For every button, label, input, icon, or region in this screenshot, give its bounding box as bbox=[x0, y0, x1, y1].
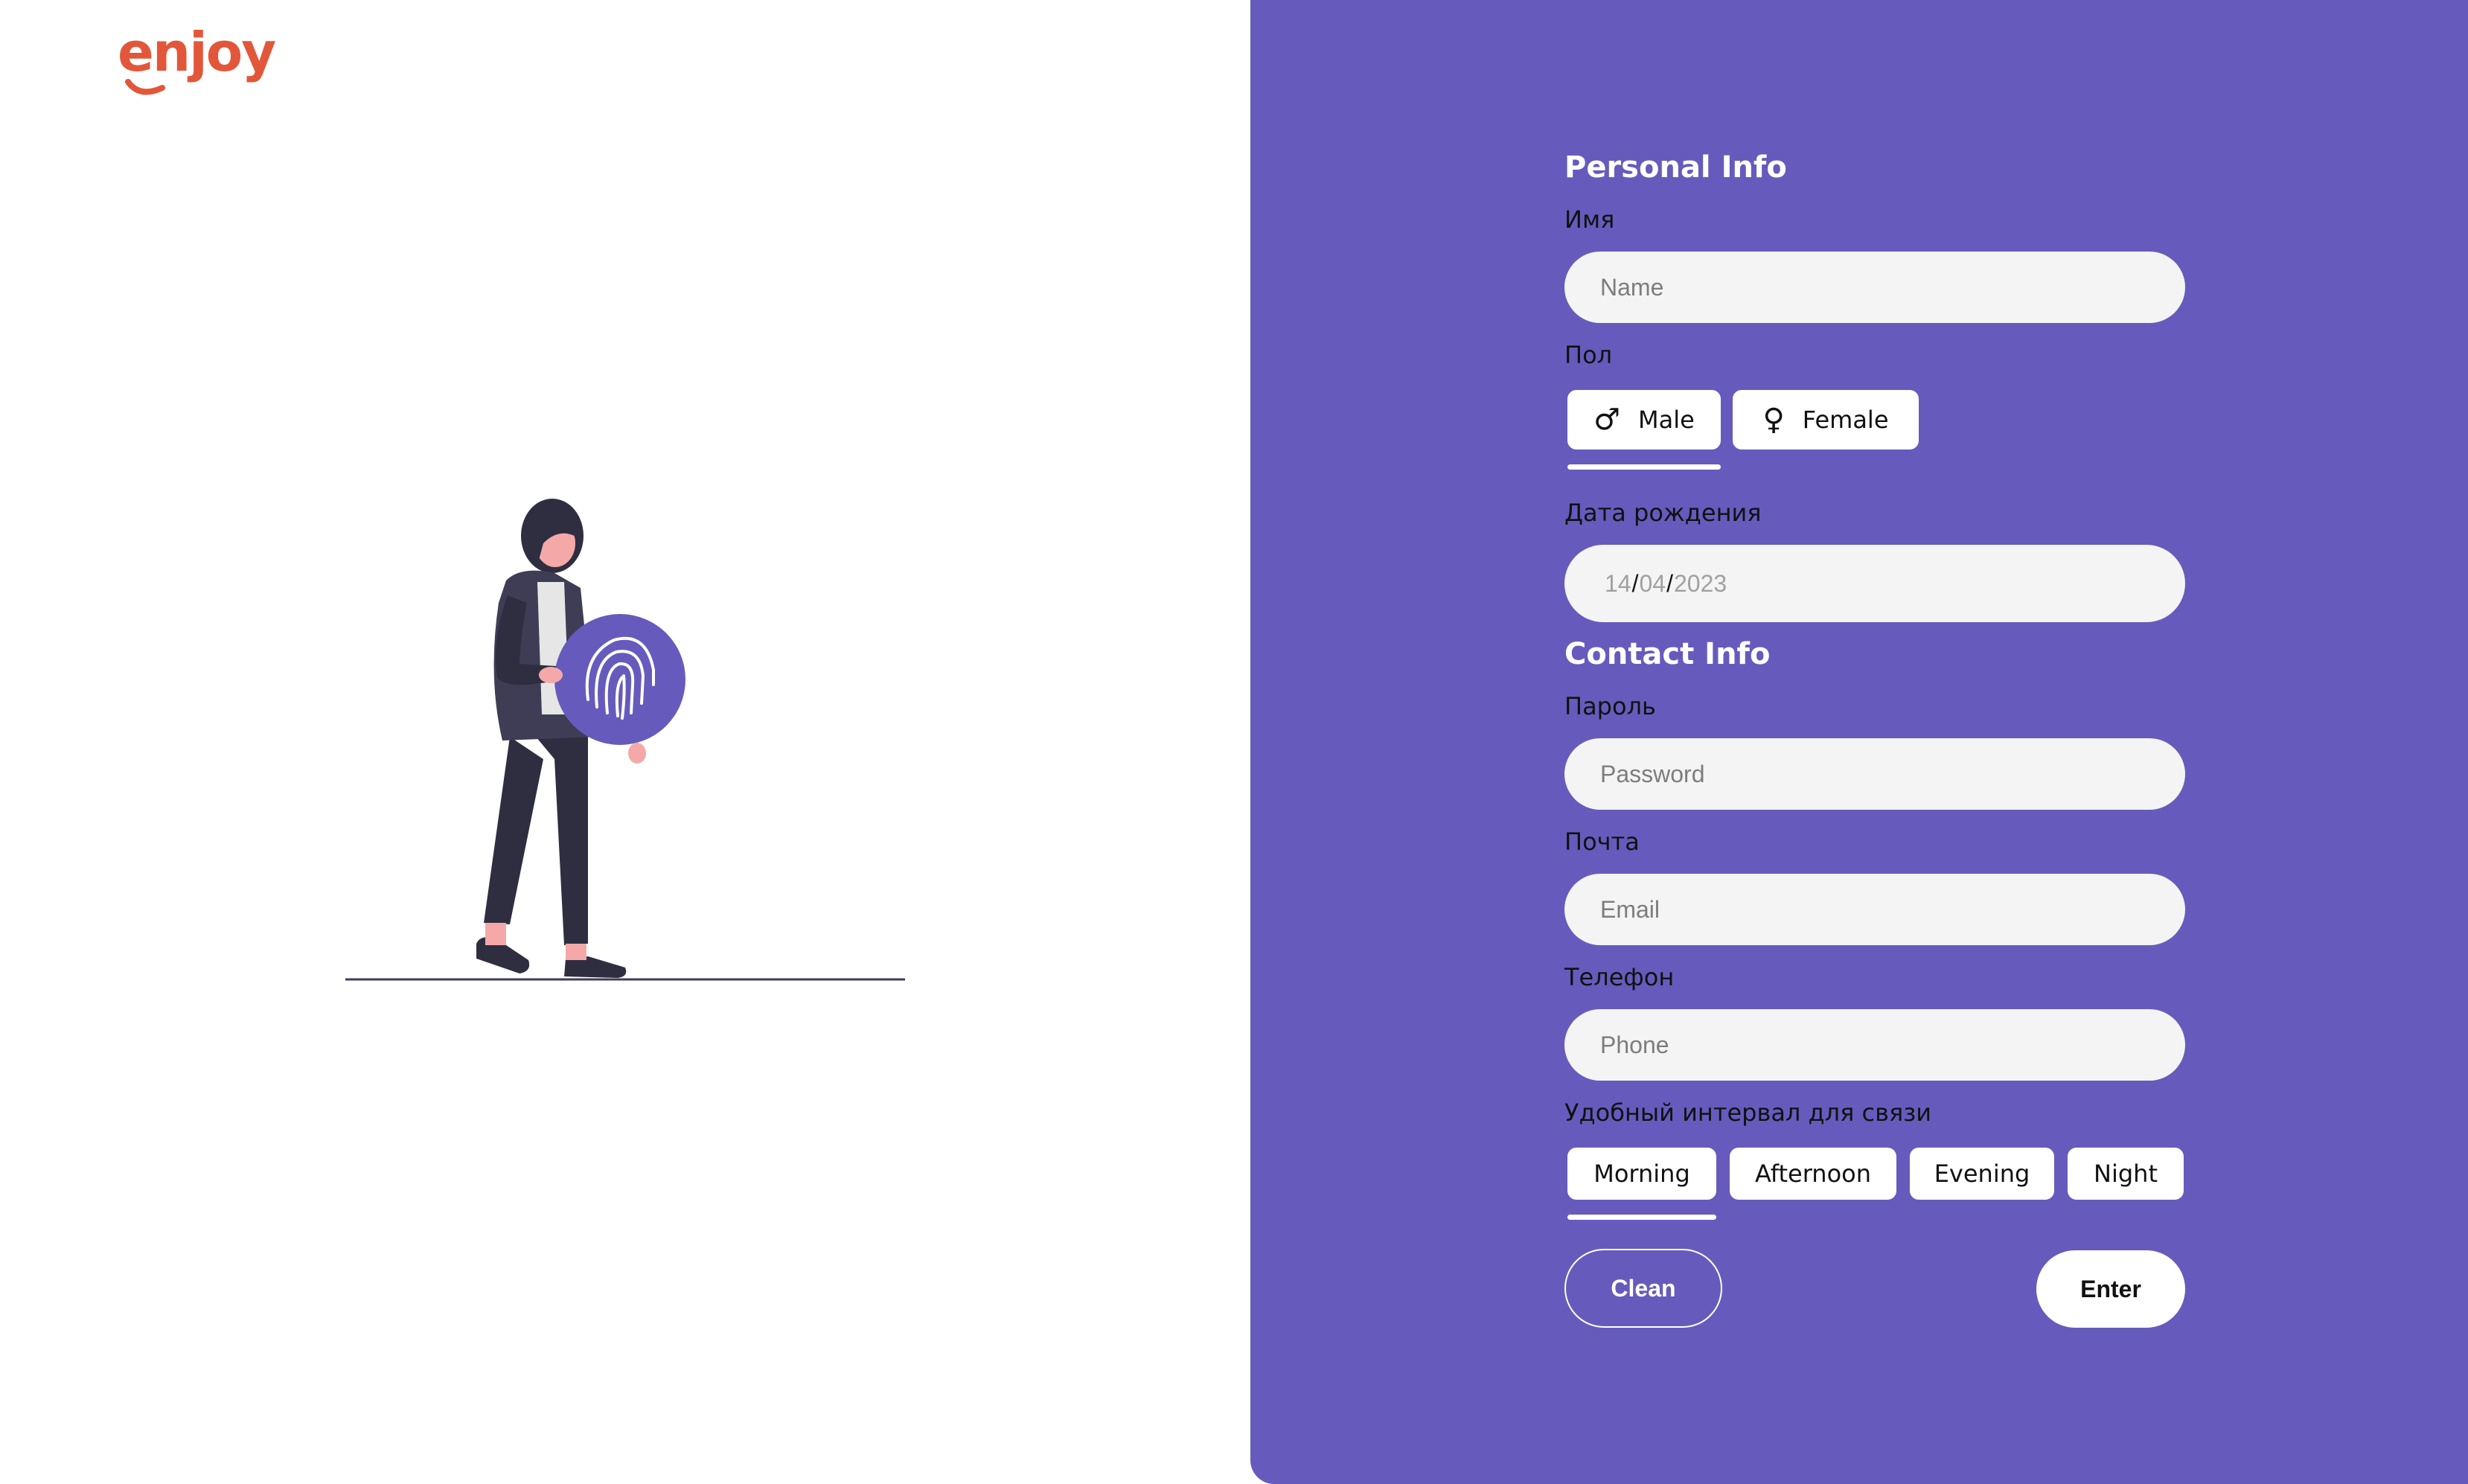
interval-night-button[interactable]: Night bbox=[2068, 1148, 2184, 1200]
interval-evening-button[interactable]: Evening bbox=[1910, 1148, 2054, 1200]
logo-smile-icon bbox=[125, 79, 165, 95]
name-label: Имя bbox=[1564, 205, 1615, 234]
dob-month: 04 bbox=[1639, 569, 1666, 597]
phone-label: Телефон bbox=[1564, 963, 1675, 991]
gender-male-label: Male bbox=[1638, 406, 1695, 434]
dob-separator: / bbox=[1631, 569, 1639, 597]
interval-morning-button[interactable]: Morning bbox=[1567, 1148, 1716, 1200]
dob-year: 2023 bbox=[1673, 569, 1727, 597]
fingerprint-illustration bbox=[345, 499, 905, 981]
gender-selected-indicator bbox=[1567, 464, 1721, 470]
male-icon: ♂ bbox=[1593, 403, 1621, 437]
phone-input[interactable] bbox=[1564, 1009, 2185, 1081]
enter-button[interactable]: Enter bbox=[2036, 1250, 2185, 1328]
dob-label: Дата рождения bbox=[1564, 499, 1762, 527]
clean-button[interactable]: Clean bbox=[1564, 1249, 1722, 1328]
interval-selected-indicator bbox=[1567, 1215, 1716, 1220]
female-icon: ♀ bbox=[1762, 403, 1785, 437]
contact-interval-label: Удобный интервал для связи bbox=[1564, 1098, 1932, 1127]
gender-male-button[interactable]: ♂ Male bbox=[1567, 390, 1721, 450]
name-input[interactable] bbox=[1564, 252, 2185, 323]
interval-afternoon-button[interactable]: Afternoon bbox=[1730, 1148, 1896, 1200]
dob-separator: / bbox=[1666, 569, 1673, 597]
email-label: Почта bbox=[1564, 828, 1640, 856]
dob-input[interactable]: 14 / 04 / 2023 bbox=[1564, 545, 2185, 622]
dob-day: 14 bbox=[1605, 569, 1631, 597]
gender-label: Пол bbox=[1564, 341, 1613, 369]
gender-female-label: Female bbox=[1802, 406, 1889, 434]
email-input[interactable] bbox=[1564, 874, 2185, 945]
password-input[interactable] bbox=[1564, 738, 2185, 810]
gender-female-button[interactable]: ♀ Female bbox=[1733, 390, 1919, 450]
enjoy-logo[interactable]: enjoy bbox=[118, 25, 276, 100]
password-label: Пароль bbox=[1564, 692, 1656, 720]
contact-info-title: Contact Info bbox=[1564, 637, 1771, 671]
personal-info-title: Personal Info bbox=[1564, 150, 1787, 185]
